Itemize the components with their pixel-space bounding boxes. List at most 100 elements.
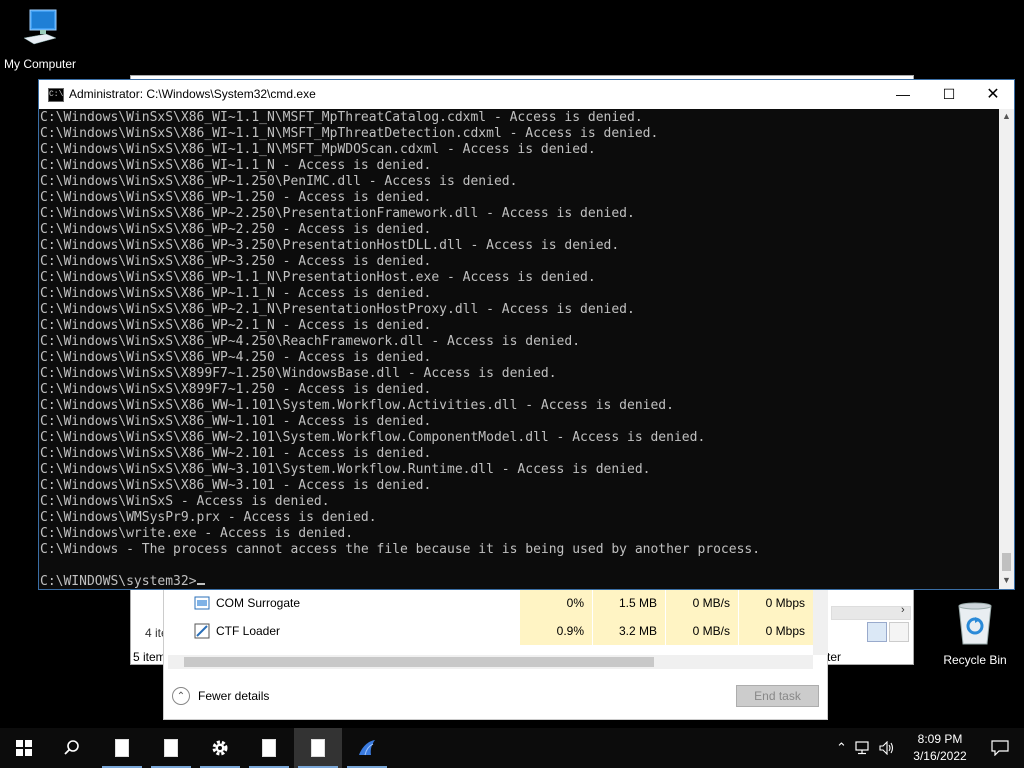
console-line: C:\Windows\WinSxS\X86_WW~1.101 - Access … [40, 414, 432, 429]
scroll-up-icon[interactable]: ▲ [1002, 111, 1011, 121]
ctf-loader-icon [194, 623, 210, 639]
console-line: C:\Windows - The process cannot access t… [40, 542, 761, 557]
notification-icon [991, 740, 1009, 756]
taskbar: ⌃ 8:09 PM 3/16/2022 [0, 728, 1024, 768]
volume-icon[interactable] [879, 741, 895, 755]
recycle-bin-shortcut[interactable]: Recycle Bin [935, 600, 1015, 667]
process-name: CTF Loader [216, 624, 281, 638]
console-line: C:\Windows\WinSxS - Access is denied. [40, 494, 330, 509]
gear-icon [212, 740, 228, 756]
console-line: C:\Windows\WinSxS\X86_WW~2.101\System.Wo… [40, 430, 706, 445]
console-lines: C:\Windows\WinSxS\X86_WI~1.1_N\MSFT_MpTh… [40, 110, 999, 574]
chevron-up-icon: ⌃ [172, 687, 190, 705]
console-output[interactable]: C:\Windows\WinSxS\X86_WI~1.1_N\MSFT_MpTh… [39, 109, 999, 589]
recycle-bin-label: Recycle Bin [943, 653, 1007, 667]
large-icons-view-icon[interactable] [889, 622, 909, 642]
console-line: C:\Windows\WinSxS\X86_WW~3.101\System.Wo… [40, 462, 651, 477]
process-name: COM Surrogate [216, 596, 301, 610]
my-computer-label: My Computer [3, 57, 77, 71]
explorer-view-toggle [867, 622, 913, 642]
process-memory: 3.2 MB [592, 617, 665, 645]
console-line: C:\Windows\WinSxS\X86_WP~1.1_N\Presentat… [40, 270, 596, 285]
taskbar-notepad-4[interactable] [294, 728, 342, 768]
cmd-titlebar[interactable]: C:\ Administrator: C:\Windows\System32\c… [39, 80, 1014, 109]
desktop: My Computer Recycle Bin 4 ite 5 item ter… [0, 0, 1024, 768]
explorer-status-items: 5 item [133, 650, 166, 664]
computer-icon [23, 9, 57, 45]
my-computer-shortcut[interactable]: My Computer [0, 8, 80, 71]
taskbar-notepad-3[interactable] [245, 728, 293, 768]
cmd-vertical-scrollbar[interactable]: ▲ ▼ [999, 109, 1014, 589]
windows-logo-icon [16, 740, 32, 756]
minimize-button[interactable]: — [880, 80, 926, 109]
console-line: C:\Windows\WinSxS\X86_WP~2.250\Presentat… [40, 206, 635, 221]
document-icon [115, 739, 129, 757]
process-row[interactable]: COM Surrogate 0% 1.5 MB 0 MB/s 0 Mbps [164, 589, 814, 617]
chevron-up-icon[interactable]: ⌃ [836, 740, 847, 756]
task-manager-window: COM Surrogate 0% 1.5 MB 0 MB/s 0 Mbps CT… [163, 588, 828, 720]
console-line: C:\Windows\WinSxS\X86_WW~2.101 - Access … [40, 446, 432, 461]
task-manager-footer: ⌃ Fewer details End task [164, 675, 827, 719]
recycle-bin-icon [958, 602, 992, 645]
console-line: C:\Windows\WinSxS\X86_WP~4.250 - Access … [40, 350, 432, 365]
process-disk: 0 MB/s [665, 589, 738, 617]
console-line: C:\Windows\WinSxS\X86_WP~2.1_N - Access … [40, 318, 432, 333]
fewer-details-label: Fewer details [198, 689, 270, 703]
process-row[interactable]: CTF Loader 0.9% 3.2 MB 0 MB/s 0 Mbps [164, 617, 814, 645]
taskbar-app-bird[interactable] [343, 728, 391, 768]
scroll-down-icon[interactable]: ▼ [1002, 575, 1011, 585]
console-line: C:\Windows\WinSxS\X899F7~1.250\WindowsBa… [40, 366, 557, 381]
console-prompt-line[interactable]: C:\WINDOWS\system32> [40, 574, 999, 589]
console-line: C:\Windows\WinSxS\X86_WP~4.250\ReachFram… [40, 334, 581, 349]
taskbar-settings[interactable] [196, 728, 244, 768]
scrollbar-thumb[interactable] [1002, 553, 1011, 571]
cmd-window: C:\ Administrator: C:\Windows\System32\c… [38, 79, 1015, 590]
text-cursor [196, 583, 205, 585]
process-network: 0 Mbps [738, 617, 813, 645]
network-icon[interactable] [855, 741, 871, 755]
search-icon [64, 740, 79, 755]
task-manager-vertical-scrollbar[interactable] [813, 589, 828, 655]
process-cpu: 0.9% [519, 617, 592, 645]
task-manager-horizontal-scrollbar[interactable] [168, 655, 813, 669]
search-button[interactable] [48, 728, 96, 768]
maximize-button[interactable]: ☐ [926, 80, 972, 109]
end-task-button[interactable]: End task [736, 685, 819, 707]
explorer-horizontal-scrollbar[interactable] [831, 606, 911, 620]
clock-date: 3/16/2022 [913, 749, 967, 763]
fewer-details-button[interactable]: ⌃ Fewer details [172, 687, 269, 705]
window-title: Administrator: C:\Windows\System32\cmd.e… [69, 87, 316, 101]
process-cpu: 0% [519, 589, 592, 617]
taskbar-notepad-2[interactable] [147, 728, 195, 768]
console-line: C:\Windows\WinSxS\X86_WI~1.1_N - Access … [40, 158, 432, 173]
taskbar-notepad-1[interactable] [98, 728, 146, 768]
process-memory: 1.5 MB [592, 589, 665, 617]
console-line: C:\Windows\WinSxS\X86_WP~1.1_N - Access … [40, 286, 432, 301]
details-view-icon[interactable] [867, 622, 887, 642]
bird-icon [359, 740, 375, 756]
console-line: C:\Windows\WMSysPr9.prx - Access is deni… [40, 510, 377, 525]
console-line: C:\Windows\WinSxS\X86_WP~2.1_N\Presentat… [40, 302, 635, 317]
console-line: C:\Windows\WinSxS\X86_WP~3.250\Presentat… [40, 238, 620, 253]
start-button[interactable] [0, 728, 48, 768]
clock-time: 8:09 PM [917, 732, 963, 746]
close-button[interactable]: ✕ [970, 80, 1016, 109]
action-center-button[interactable] [976, 728, 1024, 768]
scrollbar-thumb[interactable] [184, 657, 654, 667]
chevron-right-icon[interactable]: › [901, 604, 905, 616]
explorer-status-right: ter [827, 650, 842, 664]
console-line: C:\Windows\write.exe - Access is denied. [40, 526, 354, 541]
console-line: C:\Windows\WinSxS\X86_WI~1.1_N\MSFT_MpTh… [40, 126, 659, 141]
console-line: C:\Windows\WinSxS\X86_WP~2.250 - Access … [40, 222, 432, 237]
system-tray: ⌃ [836, 728, 895, 768]
clock[interactable]: 8:09 PM 3/16/2022 [905, 731, 975, 765]
document-icon [164, 739, 178, 757]
console-line: C:\Windows\WinSxS\X86_WI~1.1_N\MSFT_MpTh… [40, 110, 643, 125]
console-line: C:\Windows\WinSxS\X86_WP~3.250 - Access … [40, 254, 432, 269]
document-icon [311, 739, 325, 757]
console-line: C:\Windows\WinSxS\X86_WP~1.250\PenIMC.dl… [40, 174, 518, 189]
console-line: C:\Windows\WinSxS\X86_WI~1.1_N\MSFT_MpWD… [40, 142, 596, 157]
process-disk: 0 MB/s [665, 617, 738, 645]
console-line: C:\Windows\WinSxS\X86_WW~3.101 - Access … [40, 478, 432, 493]
